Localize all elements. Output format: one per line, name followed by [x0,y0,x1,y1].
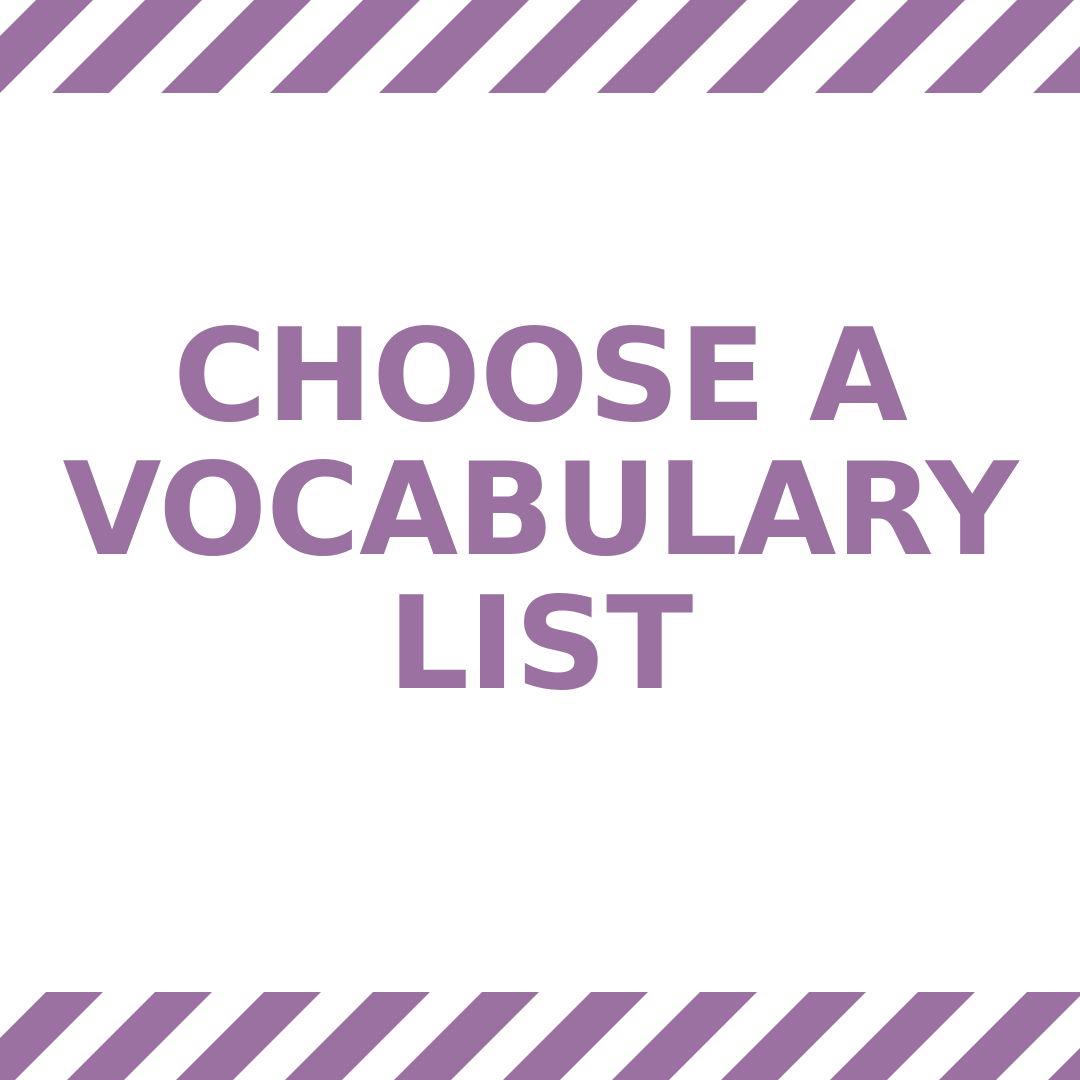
headline-line-3: LIST [387,570,694,719]
headline: CHOOSE A VOCABULARY LIST [0,310,1080,712]
top-stripe-border [0,0,1080,93]
bottom-stripe-border [0,992,1080,1080]
headline-line-2: VOCABULARY [62,436,1019,585]
headline-line-1: CHOOSE A [173,302,908,451]
